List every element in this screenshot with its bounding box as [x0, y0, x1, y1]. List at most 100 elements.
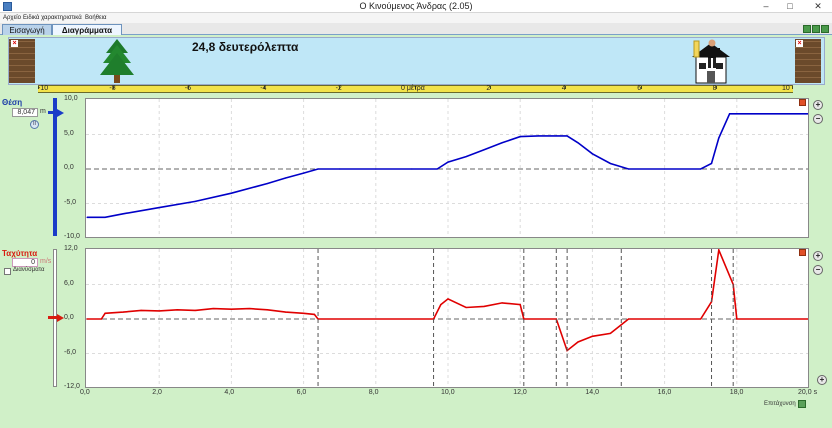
vectors-checkbox[interactable] — [4, 268, 11, 275]
toolbar-icon-2[interactable] — [812, 25, 820, 33]
data-point — [591, 153, 593, 155]
maximize-button[interactable]: □ — [782, 0, 798, 12]
data-point — [664, 168, 666, 170]
data-point — [100, 318, 103, 320]
data-point — [230, 192, 232, 194]
position-chart[interactable] — [85, 98, 809, 238]
position-value-field[interactable]: 8,047 — [12, 108, 38, 117]
ruler-tick-label: -8 — [109, 85, 116, 92]
data-point — [440, 304, 442, 306]
position-slider-handle-bar[interactable] — [48, 111, 58, 114]
right-wall-close-icon[interactable]: × — [796, 40, 803, 47]
menu-special-features[interactable]: Ειδικά χαρακτηριστικά — [23, 13, 82, 23]
data-point — [718, 249, 720, 251]
velocity-slider-handle-bar[interactable] — [48, 316, 58, 319]
position-slider-handle[interactable] — [57, 109, 64, 117]
data-point — [577, 341, 579, 343]
zoom-out-icon[interactable]: − — [813, 265, 823, 275]
data-point — [230, 308, 232, 310]
acceleration-toggle-button[interactable] — [798, 400, 806, 408]
toolbar-icon-1[interactable] — [803, 25, 811, 33]
tab-strip: Εισαγωγή Διαγράμματα — [0, 23, 832, 35]
y-tick-label: -6,0 — [64, 348, 77, 356]
data-point — [501, 302, 503, 304]
data-point — [212, 308, 214, 310]
x-tick-label: 4,0 — [224, 389, 235, 396]
toolbar-icon-3[interactable] — [821, 25, 829, 33]
x-tick-label: 10,0 — [441, 389, 455, 396]
y-tick-label: -5,0 — [64, 198, 77, 206]
menu-file[interactable]: Αρχείο — [3, 13, 21, 23]
window-title: Ο Κινούμενος Άνδρας (2.05) — [359, 1, 473, 11]
zoom-in-icon[interactable]: + — [813, 100, 823, 110]
data-point — [436, 168, 438, 170]
menu-help[interactable]: Βοήθεια — [85, 13, 107, 23]
y-tick-label: -12,0 — [64, 383, 80, 390]
data-point — [609, 162, 612, 165]
data-point — [447, 161, 449, 163]
data-point — [519, 135, 521, 138]
zoom-out-icon[interactable]: − — [813, 114, 823, 124]
close-button[interactable]: ✕ — [806, 0, 830, 12]
x-tick-label: 18,0 — [729, 389, 744, 396]
position-title: Θέση — [2, 98, 23, 107]
position-slider-track[interactable] — [53, 98, 57, 236]
y-tick-label: 10,0 — [64, 95, 78, 102]
zoom-in-icon[interactable]: + — [817, 375, 827, 385]
x-tick-label: 0,0 — [80, 389, 90, 396]
y-tick-label: 5,0 — [64, 129, 74, 137]
tab-input[interactable]: Εισαγωγή — [2, 24, 52, 35]
velocity-value-field[interactable]: 0 — [12, 258, 38, 267]
minimize-button[interactable]: – — [758, 0, 774, 12]
data-point — [375, 168, 377, 170]
ruler-tick-label: -6 — [184, 85, 192, 92]
ruler-tick-label: -4 — [260, 85, 267, 92]
y-tick-label: -10,0 — [64, 233, 80, 240]
data-point — [122, 311, 124, 313]
pause-icon[interactable]: II — [30, 120, 39, 129]
data-point — [700, 318, 702, 320]
menu-bar: Αρχείο Ειδικά χαρακτηριστικά Βοήθεια — [0, 13, 832, 23]
data-point — [627, 318, 630, 320]
data-point — [86, 216, 88, 218]
man-icon — [704, 39, 720, 68]
velocity-clear-icon[interactable] — [799, 249, 806, 256]
y-tick-label: 0,0 — [64, 164, 74, 171]
data-point — [627, 168, 630, 170]
ruler-tick — [791, 86, 793, 89]
data-point — [710, 162, 713, 165]
x-tick-label: 20,0 s — [798, 389, 818, 396]
vectors-checkbox-label: Διανύσματα — [13, 267, 45, 273]
y-tick-label: 12,0 — [64, 245, 78, 252]
velocity-chart[interactable] — [85, 248, 809, 388]
ruler-tick-label: 2 — [486, 85, 491, 92]
ruler-tick-label: -10 — [38, 85, 49, 92]
data-point — [176, 309, 178, 311]
position-clear-icon[interactable] — [799, 99, 806, 106]
data-point — [248, 308, 251, 310]
data-point — [86, 318, 88, 320]
data-point — [158, 207, 160, 209]
data-point — [284, 311, 287, 313]
data-point — [104, 312, 106, 314]
data-point — [284, 177, 287, 179]
data-point — [808, 113, 809, 114]
tab-graphs[interactable]: Διαγράμματα — [52, 24, 122, 35]
left-wall-close-icon[interactable]: × — [11, 40, 18, 47]
acceleration-label: Επιτάχυνση — [764, 401, 796, 407]
data-point — [465, 155, 467, 158]
data-point — [808, 318, 809, 319]
data-point — [313, 313, 316, 315]
zoom-in-icon[interactable]: + — [813, 251, 823, 261]
data-point — [158, 310, 160, 312]
data-point — [736, 113, 738, 115]
data-point — [591, 335, 593, 337]
data-point — [317, 168, 319, 170]
velocity-slider-handle[interactable] — [57, 314, 64, 322]
x-tick-label: 12,0 — [513, 389, 527, 396]
data-point — [620, 324, 622, 326]
data-point — [483, 149, 485, 151]
data-point — [772, 113, 774, 115]
data-point — [609, 332, 612, 334]
data-point — [411, 168, 413, 170]
